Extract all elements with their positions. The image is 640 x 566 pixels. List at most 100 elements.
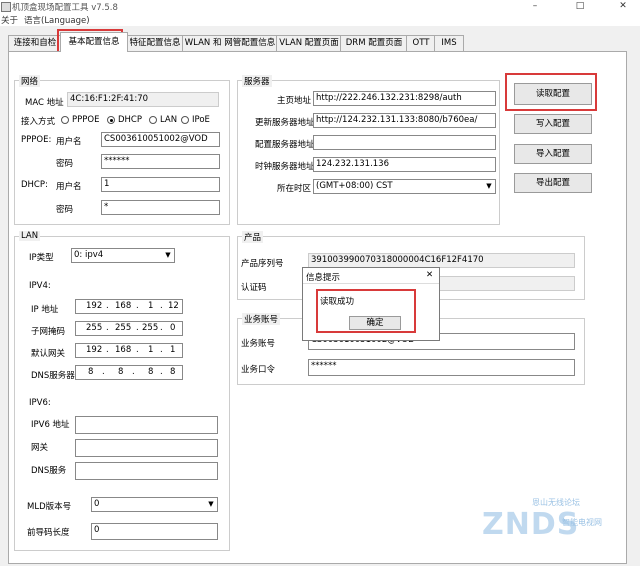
- tab-feature-config[interactable]: 特征配置信息: [126, 35, 184, 51]
- ipv6-gateway-label: 网关: [31, 443, 49, 453]
- ip-octet: 8: [170, 367, 176, 377]
- tab-vlan-config[interactable]: VLAN 配置页面: [276, 35, 342, 51]
- menu-about[interactable]: 关于: [1, 14, 18, 26]
- write-config-button[interactable]: 写入配置: [514, 114, 592, 134]
- maximize-button[interactable]: □: [565, 0, 595, 13]
- dhcp-password-label: 密码: [56, 205, 74, 215]
- ipv6-label: IPV6:: [29, 398, 51, 408]
- close-button[interactable]: ✕: [608, 0, 638, 13]
- window-title: 机顶盒现场配置工具 v7.5.8: [12, 3, 118, 13]
- subnet-mask-label: 子网掩码: [31, 327, 66, 337]
- subnet-mask-input[interactable]: 255. 255. 255. 0: [75, 321, 183, 336]
- timezone-label: 所在时区: [277, 184, 312, 194]
- config-server-label: 配置服务器地址: [255, 140, 315, 150]
- update-server-label: 更新服务器地址: [255, 118, 315, 128]
- dialog-message: 读取成功: [320, 297, 355, 307]
- ip-octet: 192: [86, 301, 103, 311]
- pppoe-label: PPPOE:: [21, 135, 52, 145]
- ip-address-label: IP 地址: [31, 305, 59, 315]
- app-icon: [1, 2, 11, 12]
- network-group-title: 网络: [19, 75, 41, 87]
- account-group-title: 业务账号: [242, 313, 281, 325]
- ip-type-label: IP类型: [29, 253, 54, 263]
- ntp-server-input[interactable]: 124.232.131.136: [313, 157, 496, 172]
- access-mode-label: 接入方式: [21, 117, 56, 127]
- menu-language[interactable]: 语言(Language): [24, 14, 90, 26]
- watermark-line3: 智能电视网: [562, 518, 602, 527]
- ip-type-select[interactable]: 0: ipv4 ▼: [71, 248, 175, 263]
- ip-octet: 8: [148, 367, 154, 377]
- ip-octet: 8: [118, 367, 124, 377]
- ipv6-gateway-input[interactable]: [75, 439, 218, 457]
- ip-octet: 255: [115, 323, 132, 333]
- radio-dhcp[interactable]: [107, 116, 115, 124]
- tab-ott[interactable]: OTT: [406, 35, 436, 51]
- radio-pppoe-label: PPPOE: [72, 115, 100, 125]
- ip-octet: 8: [88, 367, 94, 377]
- ipv6-address-input[interactable]: [75, 416, 218, 434]
- pppoe-password-label: 密码: [56, 159, 74, 169]
- prefix-length-label: 前导码长度: [27, 528, 70, 538]
- mac-field: 4C:16:F1:2F:41:70: [67, 92, 219, 107]
- tab-ims[interactable]: IMS: [434, 35, 464, 51]
- tab-wlan-nms-config[interactable]: WLAN 和 网管配置信息: [182, 35, 278, 51]
- timezone-value: (GMT+08:00) CST: [316, 181, 393, 191]
- title-bar: 机顶盒现场配置工具 v7.5.8 – □ ✕: [0, 0, 640, 14]
- ip-address-input[interactable]: 192. 168. 1. 12: [75, 299, 183, 314]
- radio-ipoe-label: IPoE: [192, 115, 210, 125]
- menu-bar: 关于 语言(Language): [0, 14, 640, 26]
- message-dialog: 信息提示 ✕ 读取成功 确定: [302, 267, 440, 341]
- tab-drm-config[interactable]: DRM 配置页面: [340, 35, 408, 51]
- dns-input[interactable]: 8. 8. 8. 8: [75, 365, 183, 380]
- tab-basic-config[interactable]: 基本配置信息: [60, 32, 128, 52]
- radio-lan[interactable]: [149, 116, 157, 124]
- tab-connect-selftest[interactable]: 连接和自检: [8, 35, 62, 51]
- chevron-down-icon: ▼: [165, 251, 171, 259]
- account-password-label: 业务口令: [241, 365, 276, 375]
- ip-octet: 255: [86, 323, 103, 333]
- account-password-input[interactable]: ******: [308, 359, 575, 376]
- home-url-label: 主页地址: [277, 96, 312, 106]
- mld-version-value: 0: [94, 499, 100, 509]
- dialog-ok-button[interactable]: 确定: [349, 316, 401, 330]
- server-group-title: 服务器: [242, 75, 272, 87]
- import-config-button[interactable]: 导入配置: [514, 144, 592, 164]
- config-server-input[interactable]: [313, 135, 496, 150]
- ip-octet: 1: [148, 301, 154, 311]
- gateway-label: 默认网关: [31, 349, 66, 359]
- ip-octet: 255: [142, 323, 159, 333]
- gateway-input[interactable]: 192. 168. 1. 1: [75, 343, 183, 358]
- radio-pppoe[interactable]: [61, 116, 69, 124]
- ip-octet: 0: [170, 323, 176, 333]
- radio-dhcp-label: DHCP: [118, 115, 142, 125]
- read-config-button[interactable]: 读取配置: [514, 83, 592, 105]
- home-url-input[interactable]: http://222.246.132.231:8298/auth: [313, 91, 496, 106]
- ip-octet: 168: [115, 345, 132, 355]
- ip-octet: 1: [170, 345, 176, 355]
- dialog-close-icon[interactable]: ✕: [426, 270, 433, 280]
- ip-type-value: 0: ipv4: [74, 250, 104, 260]
- export-config-button[interactable]: 导出配置: [514, 173, 592, 193]
- chevron-down-icon: ▼: [208, 500, 214, 508]
- update-server-input[interactable]: http://124.232.131.133:8080/b760ea/: [313, 113, 496, 128]
- timezone-select[interactable]: (GMT+08:00) CST ▼: [313, 179, 496, 194]
- dns-label: DNS服务器: [31, 371, 75, 381]
- pppoe-password-input[interactable]: ******: [101, 154, 220, 169]
- chevron-down-icon: ▼: [486, 182, 492, 190]
- radio-ipoe[interactable]: [181, 116, 189, 124]
- mld-version-select[interactable]: 0 ▼: [91, 497, 218, 512]
- dhcp-username-input[interactable]: 1: [101, 177, 220, 192]
- serial-number-field: 391003990070318000004C16F12F4170: [308, 253, 575, 268]
- dhcp-username-label: 用户名: [56, 182, 82, 192]
- ip-octet: 12: [168, 301, 179, 311]
- dhcp-password-input[interactable]: *: [101, 200, 220, 215]
- lan-group-title: LAN: [19, 231, 41, 241]
- prefix-length-input[interactable]: 0: [91, 523, 218, 540]
- ntp-server-label: 时钟服务器地址: [255, 162, 315, 172]
- ipv6-dns-input[interactable]: [75, 462, 218, 480]
- minimize-button[interactable]: –: [520, 0, 550, 13]
- ipv6-dns-label: DNS服务: [31, 466, 67, 476]
- ip-octet: 168: [115, 301, 132, 311]
- pppoe-username-input[interactable]: CS003610051002@VOD: [101, 132, 220, 147]
- account-label: 业务账号: [241, 339, 276, 349]
